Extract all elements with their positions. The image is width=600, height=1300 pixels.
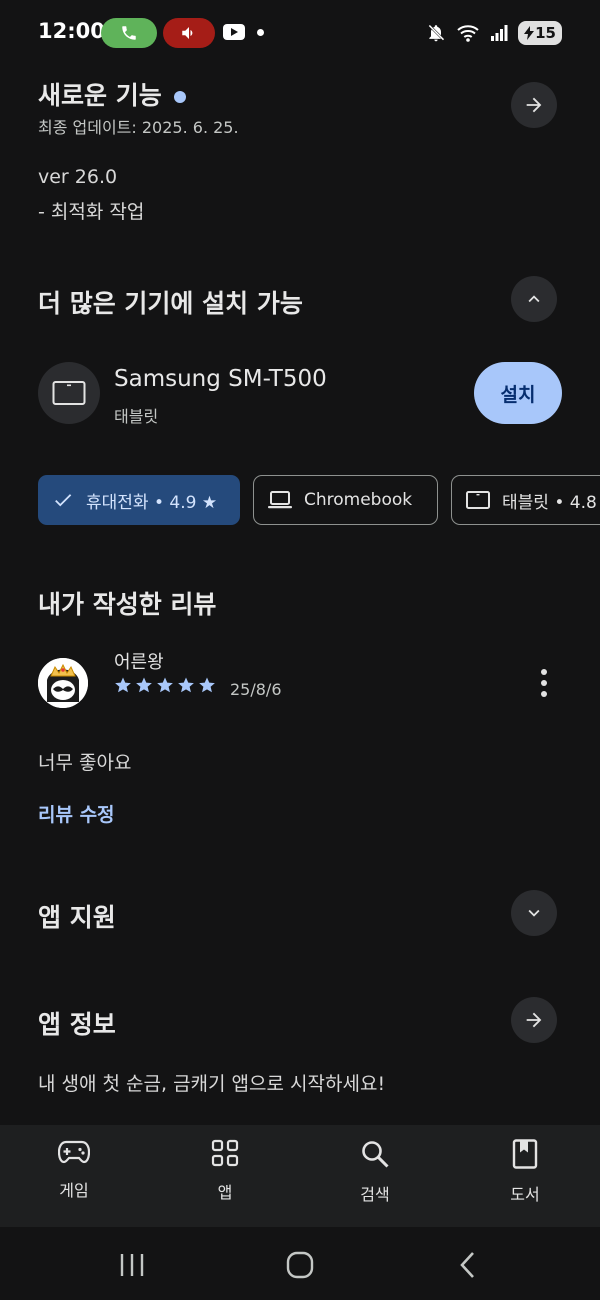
nav-item-search[interactable]: 검색: [325, 1139, 425, 1205]
notification-dot-icon: [257, 29, 264, 36]
back-button[interactable]: [448, 1245, 488, 1285]
tablet-icon: [466, 491, 490, 509]
review-text: 너무 좋아요: [38, 752, 132, 774]
nav-label: 검색: [360, 1185, 390, 1204]
nav-item-books[interactable]: 도서: [475, 1139, 575, 1205]
battery-level: 15: [535, 24, 556, 42]
bottom-navigation: 게임 앱 검색 도서: [0, 1125, 600, 1227]
review-more-options-button[interactable]: [532, 666, 556, 700]
star-icon: [199, 677, 215, 693]
edit-review-link[interactable]: 리뷰 수정: [38, 800, 115, 827]
signal-icon: [491, 25, 508, 41]
device-avatar: [38, 362, 100, 424]
star-icon: [178, 677, 194, 693]
battery-icon: 15: [518, 21, 562, 45]
star-icon: [136, 677, 152, 693]
check-icon: [52, 489, 74, 511]
search-icon: [362, 1141, 389, 1168]
wifi-icon: [457, 25, 479, 42]
device-chip-chromebook[interactable]: Chromebook: [253, 475, 438, 525]
device-name: Samsung SM-T500: [114, 366, 327, 392]
new-indicator-dot: [173, 91, 186, 103]
media-sound-chip[interactable]: [163, 18, 215, 48]
device-type: 태블릿: [114, 407, 159, 426]
recent-apps-button[interactable]: [112, 1245, 152, 1285]
status-indicators: 15: [426, 18, 562, 48]
nav-label: 도서: [510, 1185, 540, 1204]
nav-item-games[interactable]: 게임: [24, 1139, 124, 1201]
more-devices-title: 더 많은 기기에 설치 가능: [38, 289, 303, 318]
nav-label: 게임: [59, 1181, 89, 1200]
star-rating: [114, 676, 216, 694]
youtube-icon: [223, 24, 245, 40]
review-date: 25/8/6: [230, 680, 282, 699]
star-icon: [157, 677, 173, 693]
release-note: - 최적화 작업: [38, 201, 145, 223]
app-info-arrow-button[interactable]: [511, 997, 557, 1043]
star-icon: [115, 677, 131, 693]
device-chip-phone[interactable]: 휴대전화 • 4.9 ★: [38, 475, 240, 525]
more-devices-collapse-button[interactable]: [511, 276, 557, 322]
chevron-down-icon: [528, 909, 540, 917]
tablet-icon: [52, 381, 86, 405]
reviewer-name: 어른왕: [114, 652, 164, 673]
device-chip-tablet[interactable]: 태블릿 • 4.8: [451, 475, 600, 525]
last-updated-date: 최종 업데이트: 2025. 6. 25.: [38, 118, 239, 137]
recents-icon: [120, 1254, 144, 1276]
arrow-right-icon: [526, 97, 542, 113]
ongoing-call-chip[interactable]: [101, 18, 157, 48]
status-bar: 12:00 15: [0, 0, 600, 66]
install-button[interactable]: 설치: [474, 362, 562, 424]
version-text: ver 26.0: [38, 166, 118, 188]
book-icon: [512, 1139, 538, 1169]
avatar: [38, 658, 88, 708]
system-navigation-bar: [0, 1227, 600, 1300]
nav-label: 앱: [217, 1183, 233, 1202]
app-support-expand-button[interactable]: [511, 890, 557, 936]
arrow-right-icon: [526, 1012, 542, 1028]
app-support-title[interactable]: 앱 지원: [38, 898, 116, 934]
whats-new-arrow-button[interactable]: [511, 82, 557, 128]
home-icon: [286, 1251, 314, 1279]
home-button[interactable]: [280, 1245, 320, 1285]
mute-icon: [428, 24, 445, 42]
more-vert-icon: [541, 669, 547, 675]
nav-item-apps[interactable]: 앱: [175, 1139, 275, 1203]
status-time: 12:00: [38, 19, 105, 43]
back-icon: [460, 1252, 474, 1278]
my-review-title: 내가 작성한 리뷰: [38, 590, 217, 619]
gamepad-icon: [58, 1140, 90, 1164]
apps-grid-icon: [211, 1139, 239, 1167]
laptop-icon: [268, 490, 292, 510]
chevron-up-icon: [528, 295, 540, 303]
app-description: 내 생애 첫 순금, 금캐기 앱으로 시작하세요!: [38, 1073, 386, 1095]
whats-new-title: 새로운 기능: [38, 81, 162, 110]
device-chip-label: 태블릿 • 4.8: [502, 492, 597, 513]
whats-new-header[interactable]: 새로운 기능: [38, 76, 186, 112]
device-chip-label: Chromebook: [304, 490, 413, 510]
app-info-title[interactable]: 앱 정보: [38, 1005, 116, 1041]
speaker-icon: [182, 27, 193, 39]
device-chip-label: 휴대전화 • 4.9 ★: [86, 492, 218, 513]
phone-icon: [122, 26, 136, 40]
